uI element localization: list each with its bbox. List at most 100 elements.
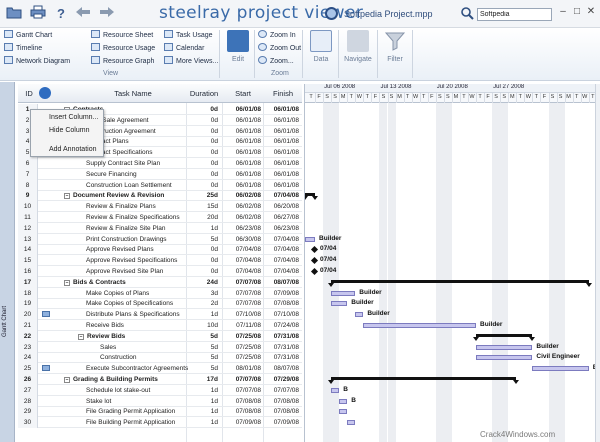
day-separator xyxy=(548,93,550,103)
column-header-finish[interactable]: Finish xyxy=(264,89,302,98)
table-row[interactable]: 7 Secure Financing 0d 06/01/08 06/01/08 xyxy=(18,168,302,180)
zoom-in-icon xyxy=(258,30,267,38)
indicators-info-icon[interactable] xyxy=(39,87,51,99)
maximize-icon[interactable]: □ xyxy=(570,5,584,19)
minimize-icon[interactable]: – xyxy=(556,5,570,19)
table-row[interactable]: 23 Sales 5d 07/25/08 07/31/08 xyxy=(18,341,302,353)
day-separator xyxy=(508,93,510,103)
data-button[interactable]: Data xyxy=(306,30,336,68)
search-icon[interactable] xyxy=(460,6,474,20)
weekend-shading xyxy=(548,103,557,442)
table-row[interactable]: 19 Make Copies of Specifications 2d 07/07/0… xyxy=(18,298,302,310)
column-header-id[interactable]: ID xyxy=(21,89,37,98)
gantt-chart-area[interactable]: Jul 06 2008 Jul 13 2008 Jul 20 2008 Jul 27 … xyxy=(304,84,595,442)
table-row[interactable]: 11 Review & Finalize Specifications 20d 06/… xyxy=(18,212,302,223)
task-bar[interactable] xyxy=(331,290,356,296)
vertical-scrollbar[interactable] xyxy=(595,84,600,442)
filter-button[interactable]: Filter xyxy=(380,30,410,68)
table-row[interactable]: 14 Approve Revised Plans 0d 07/04/08 07/04/0… xyxy=(18,244,302,256)
task-bar[interactable] xyxy=(339,409,348,415)
view-resource-graph-button[interactable]: Resource Graph xyxy=(91,56,154,67)
row-id: 24 xyxy=(18,352,38,364)
navigate-button[interactable]: Navigate xyxy=(341,30,375,68)
task-duration: 2d xyxy=(210,300,218,308)
row-id: 15 xyxy=(18,255,38,267)
view-gantt-chart-button[interactable]: Gantt Chart xyxy=(4,30,52,41)
forward-arrow-icon[interactable] xyxy=(98,5,116,23)
view-calendar-button[interactable]: Calendar xyxy=(164,43,204,54)
table-row[interactable]: 26 – Grading & Building Permits 17d 07/07/08… xyxy=(18,374,302,385)
summary-bar[interactable] xyxy=(305,193,319,201)
help-icon[interactable]: ? xyxy=(52,5,70,23)
collapse-toggle-icon[interactable]: – xyxy=(64,377,70,383)
view-more-views-button[interactable]: More Views... xyxy=(164,56,218,67)
zoom-in-button[interactable]: Zoom In xyxy=(258,30,296,41)
table-row[interactable]: 22 – Review Bids 5d 07/25/08 07/31/08 xyxy=(18,330,302,342)
table-row[interactable]: 21 Receive Bids 10d 07/11/08 07/24/08 xyxy=(18,320,302,331)
print-icon[interactable] xyxy=(29,5,47,23)
table-row[interactable]: 24 Construction 5d 07/25/08 07/31/08 xyxy=(18,352,302,364)
open-folder-icon[interactable] xyxy=(5,5,23,23)
table-row[interactable]: 10 Review & Finalize Plans 15d 06/02/08 06/2… xyxy=(18,201,302,213)
row-indicator xyxy=(39,190,53,201)
timescale-days: TFSSMTWTFSSMTWTFSSMTWTFSSMTWTFSSMTWT xyxy=(305,93,595,103)
table-row[interactable]: 9 – Document Review & Revision 25d 06/02/08 0… xyxy=(18,190,302,202)
task-bar[interactable] xyxy=(532,366,589,372)
table-row[interactable]: 8 Construction Loan Settlement 0d 06/01/08 0… xyxy=(18,179,302,191)
table-row[interactable]: 30 File Building Permit Application 1d 07/0… xyxy=(18,417,302,429)
task-bar[interactable] xyxy=(305,236,316,242)
view-resource-sheet-button[interactable]: Resource Sheet xyxy=(91,30,153,41)
task-bar[interactable] xyxy=(339,398,348,404)
back-arrow-icon[interactable] xyxy=(74,5,92,23)
summary-bar[interactable] xyxy=(328,279,592,287)
table-row[interactable]: 27 Schedule lot stake-out 1d 07/07/08 07/07/… xyxy=(18,384,302,396)
row-id: 27 xyxy=(18,384,38,396)
view-timeline-button[interactable]: Timeline xyxy=(4,43,42,54)
collapse-toggle-icon[interactable]: – xyxy=(64,193,70,200)
table-row[interactable]: 20 Distribute Plans & Specifications 1d 07/… xyxy=(18,309,302,321)
table-row[interactable]: 18 Make Copies of Plans 3d 07/07/08 07/09/08 xyxy=(18,287,302,299)
task-bar[interactable] xyxy=(476,344,533,350)
menu-item-insert-column[interactable]: Insert Column... xyxy=(49,114,98,121)
table-row[interactable]: 12 Review & Finalize Site Plan 1d 06/23/08 0… xyxy=(18,222,302,234)
milestone-marker[interactable] xyxy=(311,257,319,265)
zoom-out-button[interactable]: Zoom Out xyxy=(258,43,301,54)
task-bar[interactable] xyxy=(476,355,533,361)
task-bar[interactable] xyxy=(331,301,348,307)
table-row[interactable]: 6 Supply Contract Site Plan 0d 06/01/08 06/0… xyxy=(18,158,302,169)
table-row[interactable]: 15 Approve Revised Specifications 0d 07/04/… xyxy=(18,255,302,267)
task-start: 06/30/08 xyxy=(235,235,261,243)
view-sidebar[interactable]: Gantt Chart xyxy=(0,82,15,442)
table-row[interactable]: 16 Approve Revised Site Plan 0d 07/04/08 07/… xyxy=(18,266,302,277)
close-icon[interactable]: ✕ xyxy=(584,5,598,19)
edit-button[interactable]: Edit xyxy=(223,30,253,68)
summary-bar[interactable] xyxy=(473,333,536,341)
menu-item-hide-column[interactable]: Hide Column xyxy=(49,127,89,134)
table-row[interactable]: 13 Print Construction Drawings 5d 06/30/08 0… xyxy=(18,233,302,245)
collapse-toggle-icon[interactable]: – xyxy=(64,279,70,286)
table-row[interactable]: 25 Execute Subcontractor Agreements 5d 08/0… xyxy=(18,363,302,375)
collapse-toggle-icon[interactable]: – xyxy=(78,333,84,340)
summary-bar[interactable] xyxy=(328,377,520,384)
task-bar[interactable] xyxy=(347,420,356,426)
table-row[interactable]: 17 – Bids & Contracts 24d 07/07/08 08/07/08 xyxy=(18,276,302,288)
row-indicator xyxy=(39,234,53,245)
milestone-marker[interactable] xyxy=(311,246,319,254)
task-bar[interactable] xyxy=(331,387,340,393)
table-row[interactable]: 28 Stake lot 1d 07/08/08 07/08/08 xyxy=(18,395,302,407)
column-header-duration[interactable]: Duration xyxy=(186,89,222,98)
search-input[interactable] xyxy=(477,8,552,21)
view-resource-usage-button[interactable]: Resource Usage xyxy=(91,43,155,54)
view-network-diagram-button[interactable]: Network Diagram xyxy=(4,56,70,67)
task-finish: 08/07/08 xyxy=(273,278,299,286)
table-row[interactable]: 29 File Grading Permit Application 1d 07/08… xyxy=(18,406,302,418)
milestone-marker[interactable] xyxy=(311,267,319,276)
task-bar[interactable] xyxy=(355,312,364,318)
day-separator xyxy=(427,93,429,103)
menu-item-add-annotation[interactable]: Add Annotation xyxy=(49,146,97,153)
task-bar[interactable] xyxy=(363,323,477,328)
view-task-usage-button[interactable]: Task Usage xyxy=(164,30,213,41)
column-header-task-name[interactable]: Task Name xyxy=(98,89,168,98)
zoom-dialog-button[interactable]: Zoom... xyxy=(258,56,294,67)
column-header-start[interactable]: Start xyxy=(224,89,262,98)
